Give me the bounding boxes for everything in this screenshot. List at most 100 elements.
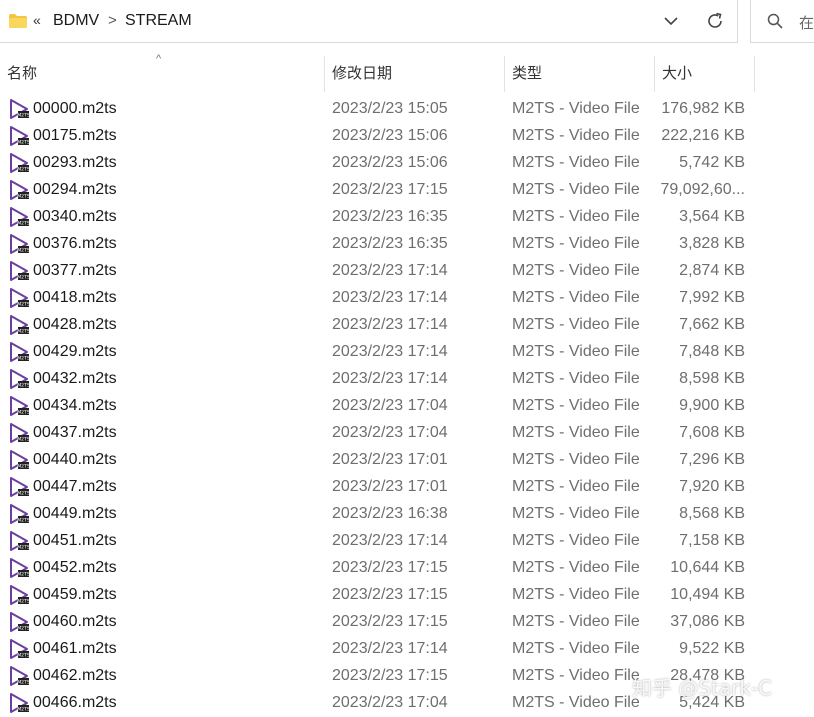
file-type: M2TS - Video File xyxy=(512,289,640,306)
svg-text:M2TS: M2TS xyxy=(17,680,30,686)
file-date: 2023/2/23 17:04 xyxy=(332,694,448,711)
file-date: 2023/2/23 16:35 xyxy=(332,208,448,225)
file-name[interactable]: 00440.m2ts xyxy=(33,451,313,469)
file-type: M2TS - Video File xyxy=(512,343,640,360)
file-type: M2TS - Video File xyxy=(512,613,640,630)
file-row[interactable]: M2TS 00000.m2ts 2023/2/23 15:05 M2TS - Vide… xyxy=(0,96,760,123)
search-box[interactable]: 在 xyxy=(750,0,814,43)
file-date: 2023/2/23 17:15 xyxy=(332,667,448,684)
file-size: 10,644 KB xyxy=(670,559,745,576)
svg-text:M2TS: M2TS xyxy=(17,410,30,416)
file-date: 2023/2/23 17:14 xyxy=(332,262,448,279)
chevron-down-icon[interactable] xyxy=(662,12,680,30)
file-row[interactable]: M2TS 00447.m2ts 2023/2/23 17:01 M2TS - Vide… xyxy=(0,474,760,501)
video-file-icon: M2TS xyxy=(10,288,30,308)
file-name[interactable]: 00459.m2ts xyxy=(33,586,313,604)
file-date: 2023/2/23 17:14 xyxy=(332,343,448,360)
file-row[interactable]: M2TS 00428.m2ts 2023/2/23 17:14 M2TS - Vide… xyxy=(0,312,760,339)
file-row[interactable]: M2TS 00294.m2ts 2023/2/23 17:15 M2TS - Vide… xyxy=(0,177,760,204)
file-row[interactable]: M2TS 00440.m2ts 2023/2/23 17:01 M2TS - Vide… xyxy=(0,447,760,474)
file-date: 2023/2/23 15:05 xyxy=(332,100,448,117)
file-type: M2TS - Video File xyxy=(512,586,640,603)
video-file-icon: M2TS xyxy=(10,477,30,497)
file-name[interactable]: 00175.m2ts xyxy=(33,127,313,145)
file-name[interactable]: 00462.m2ts xyxy=(33,667,313,685)
file-name[interactable]: 00437.m2ts xyxy=(33,424,313,442)
breadcrumb-separator[interactable]: > xyxy=(108,12,117,29)
file-type: M2TS - Video File xyxy=(512,127,640,144)
column-header-size[interactable]: 大小 xyxy=(662,62,692,83)
file-row[interactable]: M2TS 00460.m2ts 2023/2/23 17:15 M2TS - Vide… xyxy=(0,609,760,636)
file-row[interactable]: M2TS 00452.m2ts 2023/2/23 17:15 M2TS - Vide… xyxy=(0,555,760,582)
file-row[interactable]: M2TS 00293.m2ts 2023/2/23 15:06 M2TS - Vide… xyxy=(0,150,760,177)
file-size: 3,828 KB xyxy=(679,235,745,252)
file-row[interactable]: M2TS 00175.m2ts 2023/2/23 15:06 M2TS - Vide… xyxy=(0,123,760,150)
file-type: M2TS - Video File xyxy=(512,397,640,414)
file-name[interactable]: 00434.m2ts xyxy=(33,397,313,415)
file-date: 2023/2/23 17:14 xyxy=(332,532,448,549)
file-size: 79,092,60... xyxy=(660,181,745,198)
svg-text:M2TS: M2TS xyxy=(17,248,30,254)
breadcrumb-stream[interactable]: STREAM xyxy=(125,12,192,30)
column-divider[interactable] xyxy=(324,56,325,92)
file-row[interactable]: M2TS 00340.m2ts 2023/2/23 16:35 M2TS - Vide… xyxy=(0,204,760,231)
file-size: 7,992 KB xyxy=(679,289,745,306)
file-row[interactable]: M2TS 00461.m2ts 2023/2/23 17:14 M2TS - Vide… xyxy=(0,636,760,663)
file-name[interactable]: 00451.m2ts xyxy=(33,532,313,550)
file-row[interactable]: M2TS 00449.m2ts 2023/2/23 16:38 M2TS - Vide… xyxy=(0,501,760,528)
breadcrumb-overflow[interactable]: « xyxy=(33,12,41,28)
file-name[interactable]: 00449.m2ts xyxy=(33,505,313,523)
svg-text:M2TS: M2TS xyxy=(17,626,30,632)
file-size: 3,564 KB xyxy=(679,208,745,225)
file-row[interactable]: M2TS 00451.m2ts 2023/2/23 17:14 M2TS - Vide… xyxy=(0,528,760,555)
file-row[interactable]: M2TS 00459.m2ts 2023/2/23 17:15 M2TS - Vide… xyxy=(0,582,760,609)
file-name[interactable]: 00466.m2ts xyxy=(33,694,313,712)
refresh-icon[interactable] xyxy=(705,11,725,31)
svg-text:M2TS: M2TS xyxy=(17,329,30,335)
video-file-icon: M2TS xyxy=(10,531,30,551)
video-file-icon: M2TS xyxy=(10,261,30,281)
address-bar[interactable]: « BDMV > STREAM xyxy=(0,0,738,43)
column-header-name[interactable]: 名称 xyxy=(7,62,37,83)
file-name[interactable]: 00418.m2ts xyxy=(33,289,313,307)
file-date: 2023/2/23 17:15 xyxy=(332,586,448,603)
file-row[interactable]: M2TS 00432.m2ts 2023/2/23 17:14 M2TS - Vide… xyxy=(0,366,760,393)
file-name[interactable]: 00428.m2ts xyxy=(33,316,313,334)
file-name[interactable]: 00294.m2ts xyxy=(33,181,313,199)
file-row[interactable]: M2TS 00429.m2ts 2023/2/23 17:14 M2TS - Vide… xyxy=(0,339,760,366)
svg-text:M2TS: M2TS xyxy=(17,221,30,227)
file-name[interactable]: 00429.m2ts xyxy=(33,343,313,361)
file-name[interactable]: 00447.m2ts xyxy=(33,478,313,496)
file-type: M2TS - Video File xyxy=(512,181,640,198)
file-name[interactable]: 00452.m2ts xyxy=(33,559,313,577)
file-row[interactable]: M2TS 00377.m2ts 2023/2/23 17:14 M2TS - Vide… xyxy=(0,258,760,285)
svg-text:M2TS: M2TS xyxy=(17,140,30,146)
file-name[interactable]: 00000.m2ts xyxy=(33,100,313,118)
column-header-type[interactable]: 类型 xyxy=(512,62,542,83)
svg-text:M2TS: M2TS xyxy=(17,491,30,497)
file-name[interactable]: 00376.m2ts xyxy=(33,235,313,253)
file-date: 2023/2/23 17:14 xyxy=(332,289,448,306)
video-file-icon: M2TS xyxy=(10,126,30,146)
file-type: M2TS - Video File xyxy=(512,262,640,279)
file-row[interactable]: M2TS 00376.m2ts 2023/2/23 16:35 M2TS - Vide… xyxy=(0,231,760,258)
file-name[interactable]: 00460.m2ts xyxy=(33,613,313,631)
column-divider[interactable] xyxy=(754,56,755,92)
file-name[interactable]: 00377.m2ts xyxy=(33,262,313,280)
file-size: 7,296 KB xyxy=(679,451,745,468)
breadcrumb-bdmv[interactable]: BDMV xyxy=(53,12,99,30)
video-file-icon: M2TS xyxy=(10,207,30,227)
file-row[interactable]: M2TS 00418.m2ts 2023/2/23 17:14 M2TS - Vide… xyxy=(0,285,760,312)
file-name[interactable]: 00340.m2ts xyxy=(33,208,313,226)
file-row[interactable]: M2TS 00437.m2ts 2023/2/23 17:04 M2TS - Vide… xyxy=(0,420,760,447)
file-type: M2TS - Video File xyxy=(512,100,640,117)
column-header-date[interactable]: 修改日期 xyxy=(332,62,392,83)
file-size: 7,662 KB xyxy=(679,316,745,333)
file-name[interactable]: 00461.m2ts xyxy=(33,640,313,658)
file-name[interactable]: 00293.m2ts xyxy=(33,154,313,172)
column-divider[interactable] xyxy=(654,56,655,92)
column-divider[interactable] xyxy=(504,56,505,92)
file-type: M2TS - Video File xyxy=(512,505,640,522)
file-row[interactable]: M2TS 00434.m2ts 2023/2/23 17:04 M2TS - Vide… xyxy=(0,393,760,420)
file-name[interactable]: 00432.m2ts xyxy=(33,370,313,388)
